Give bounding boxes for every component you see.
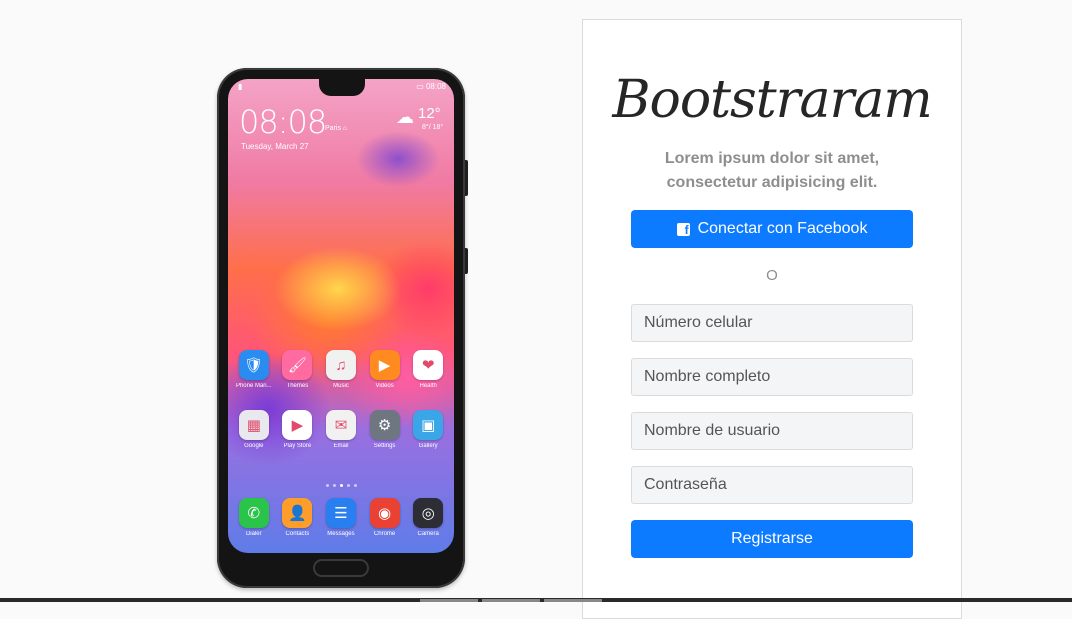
register-button[interactable]: Registrarse bbox=[631, 520, 913, 558]
gallery-icon: ▣ bbox=[413, 410, 444, 440]
app-label: Contacts bbox=[285, 531, 310, 537]
page-indicator bbox=[326, 484, 357, 487]
app-camera: ◎ Camera bbox=[406, 498, 450, 537]
app-music: ♫ Music bbox=[319, 350, 363, 389]
app-row-2: ▦ Google ▶ Play Store ✉ Email ⚙ Settings ▣ Galler… bbox=[232, 410, 450, 449]
signup-card: Bootstraram Lorem ipsum dolor sit amet, … bbox=[582, 19, 962, 619]
or-divider: O bbox=[766, 267, 778, 284]
phone-screen: ▮ ▭ 08:08 08:08 Paris ⌂ Tuesday, March 2… bbox=[228, 79, 454, 553]
app-play-store: ▶ Play Store bbox=[276, 410, 320, 449]
lockscreen-date: Tuesday, March 27 bbox=[241, 142, 309, 151]
page-dot bbox=[326, 484, 329, 487]
app-google: ▦ Google bbox=[232, 410, 276, 449]
app-label: Dialer bbox=[245, 531, 262, 537]
app-settings: ⚙ Settings bbox=[363, 410, 407, 449]
brand-logo: Bootstraram bbox=[612, 70, 932, 130]
contacts-icon: 👤 bbox=[282, 498, 313, 528]
weather-temperature: 12° bbox=[418, 105, 441, 122]
home-button bbox=[313, 559, 369, 577]
app-email: ✉ Email bbox=[319, 410, 363, 449]
chrome-icon: ◉ bbox=[369, 498, 400, 528]
app-chrome: ◉ Chrome bbox=[363, 498, 407, 537]
dialer-icon: ✆ bbox=[238, 498, 269, 528]
app-phone-man: 🛡 Phone Man... bbox=[232, 350, 276, 389]
settings-icon: ⚙ bbox=[369, 410, 400, 440]
themes-icon: 🖌 bbox=[282, 350, 313, 380]
app-label: Settings bbox=[373, 443, 396, 449]
phone-man-icon: 🛡 bbox=[238, 350, 269, 380]
app-dialer: ✆ Dialer bbox=[232, 498, 276, 537]
app-health: ❤ Health bbox=[406, 350, 450, 389]
email-icon: ✉ bbox=[325, 410, 356, 440]
app-label: Gallery bbox=[418, 443, 438, 449]
health-icon: ❤ bbox=[413, 350, 444, 380]
app-videos: ▶ Videos bbox=[363, 350, 407, 389]
music-icon: ♫ bbox=[325, 350, 356, 380]
app-label: Camera bbox=[417, 531, 439, 537]
play-store-icon: ▶ bbox=[282, 410, 313, 440]
app-contacts: 👤 Contacts bbox=[276, 498, 320, 537]
app-label: Phone Man... bbox=[235, 383, 272, 389]
phone-notch bbox=[319, 79, 365, 96]
app-label: Play Store bbox=[283, 443, 312, 449]
app-gallery: ▣ Gallery bbox=[406, 410, 450, 449]
username-input[interactable] bbox=[631, 412, 913, 450]
lockscreen-clock: 08:08 bbox=[239, 103, 327, 141]
cloud-sun-icon: ☁ bbox=[396, 107, 414, 127]
phone-mockup: ▮ ▭ 08:08 08:08 Paris ⌂ Tuesday, March 2… bbox=[217, 68, 468, 588]
register-button-label: Registrarse bbox=[731, 530, 813, 547]
videos-icon: ▶ bbox=[369, 350, 400, 380]
facebook-connect-button[interactable]: f Conectar con Facebook bbox=[631, 210, 913, 248]
phone-number-input[interactable] bbox=[631, 304, 913, 342]
app-label: Videos bbox=[375, 383, 394, 389]
page-dot bbox=[347, 484, 350, 487]
tagline: Lorem ipsum dolor sit amet, consectetur … bbox=[664, 150, 880, 191]
weather-range: 8°/ 18° bbox=[422, 124, 444, 131]
app-dock: ✆ Dialer 👤 Contacts ☰ Messages ◉ Chrome ◎ Camera bbox=[232, 498, 450, 537]
app-label: Google bbox=[244, 443, 264, 449]
app-row-1: 🛡 Phone Man... 🖌 Themes ♫ Music ▶ Videos ❤ Health bbox=[232, 350, 450, 389]
app-label: Messages bbox=[327, 531, 355, 537]
phone-power-button bbox=[465, 248, 468, 274]
status-time: ▭ 08:08 bbox=[416, 82, 446, 91]
bottom-bar bbox=[0, 598, 1072, 602]
app-messages: ☰ Messages bbox=[319, 498, 363, 537]
full-name-input[interactable] bbox=[631, 358, 913, 396]
page-dot bbox=[333, 484, 336, 487]
facebook-icon: f bbox=[676, 222, 690, 236]
app-label: Health bbox=[419, 383, 437, 389]
signal-icon: ▮ bbox=[238, 82, 243, 91]
messages-icon: ☰ bbox=[325, 498, 356, 528]
app-label: Music bbox=[333, 383, 349, 389]
phone-volume-button bbox=[465, 160, 468, 196]
facebook-button-label: Conectar con Facebook bbox=[697, 220, 868, 237]
page-dot bbox=[354, 484, 357, 487]
app-label: Themes bbox=[286, 383, 309, 389]
password-input[interactable] bbox=[631, 466, 913, 504]
app-label: Chrome bbox=[373, 531, 396, 537]
app-themes: 🖌 Themes bbox=[276, 350, 320, 389]
clock-city: Paris ⌂ bbox=[325, 125, 348, 132]
google-icon: ▦ bbox=[238, 410, 269, 440]
app-label: Email bbox=[333, 443, 349, 449]
camera-icon: ◎ bbox=[413, 498, 444, 528]
page-dot-active bbox=[340, 484, 343, 487]
